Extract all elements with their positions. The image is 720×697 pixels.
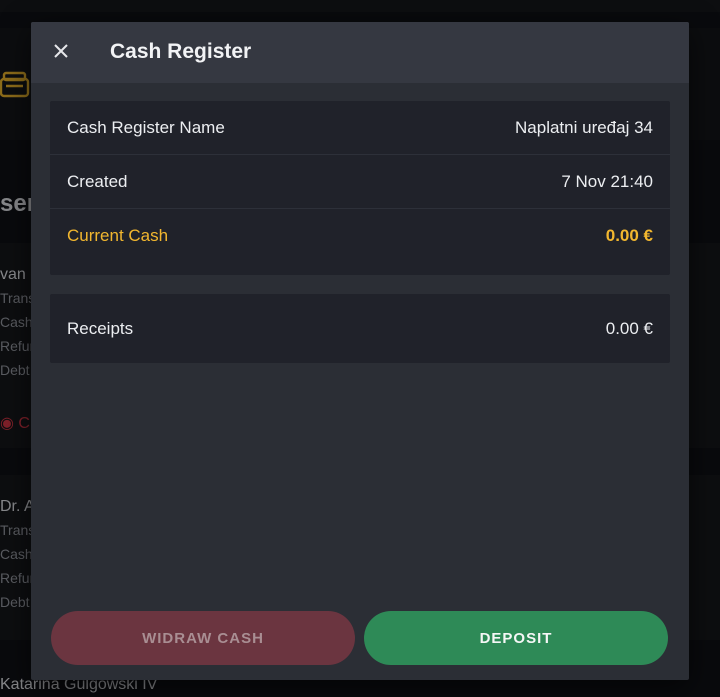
detail-value: 0.00 € — [605, 225, 653, 245]
detail-row-name: Cash Register Name Naplatni uređaj 34 — [50, 101, 670, 154]
detail-label: Current Cash — [67, 225, 169, 245]
withdraw-cash-button[interactable]: WIDRAW CASH — [51, 611, 355, 665]
cash-register-dialog: Cash Register Cash Register Name Naplatn… — [31, 22, 689, 680]
detail-row-current-cash: Current Cash 0.00 € — [50, 208, 670, 262]
receipts-row: Receipts 0.00 € — [50, 294, 670, 363]
close-button[interactable] — [49, 39, 73, 63]
receipts-panel: Receipts 0.00 € — [50, 294, 670, 363]
dialog-header: Cash Register — [31, 22, 689, 83]
deposit-button[interactable]: DEPOSIT — [364, 611, 668, 665]
detail-label: Created — [67, 171, 128, 191]
detail-value: 7 Nov 21:40 — [561, 171, 653, 191]
detail-label: Cash Register Name — [67, 117, 225, 137]
dialog-title: Cash Register — [110, 40, 252, 63]
register-details-panel: Cash Register Name Naplatni uređaj 34 Cr… — [50, 101, 670, 275]
receipts-value: 0.00 € — [605, 318, 653, 338]
detail-row-created: Created 7 Nov 21:40 — [50, 154, 670, 208]
close-icon — [54, 44, 68, 58]
detail-value: Naplatni uređaj 34 — [515, 117, 653, 137]
receipts-label: Receipts — [67, 318, 134, 338]
